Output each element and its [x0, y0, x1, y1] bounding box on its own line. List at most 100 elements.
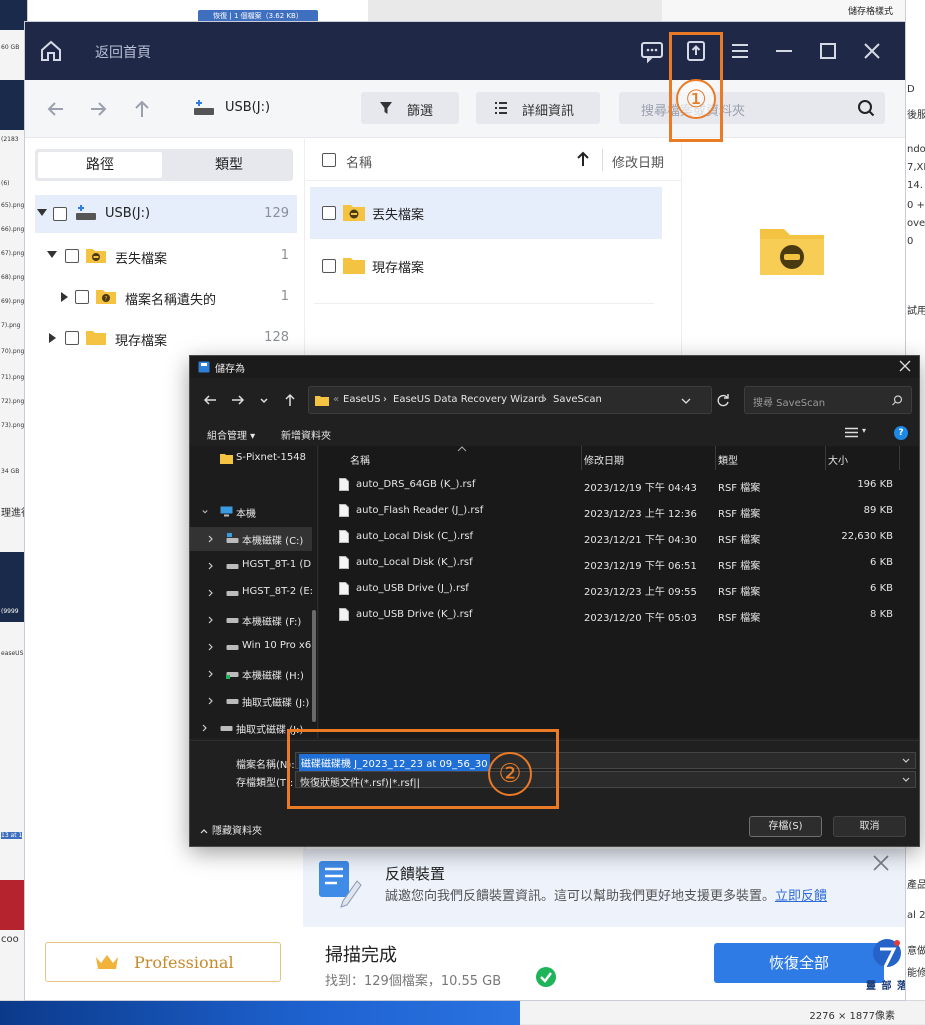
nav-item-drive[interactable]: HGST_8T-2 (E:	[190, 581, 313, 605]
nav-item-drive[interactable]: 本機磁碟 (H:)	[190, 662, 312, 686]
checkbox[interactable]	[65, 249, 79, 263]
checkbox[interactable]	[53, 207, 67, 221]
column-name[interactable]: 名稱	[350, 452, 370, 467]
file-row[interactable]: 現存檔案	[310, 240, 662, 292]
save-button[interactable]: 存檔(S)	[749, 816, 822, 837]
nav-item-removable-drive[interactable]: 抽取式磁碟 (J:)	[190, 689, 312, 713]
up-arrow-icon[interactable]	[131, 98, 153, 120]
forward-arrow-icon[interactable]	[230, 392, 246, 408]
chevron-right-icon[interactable]	[208, 589, 214, 597]
expand-arrow-icon[interactable]	[61, 292, 68, 302]
collapse-arrow-icon[interactable]	[47, 251, 57, 258]
close-icon[interactable]	[899, 360, 911, 372]
cancel-button[interactable]: 取消	[833, 816, 906, 837]
recent-locations-chevron-icon[interactable]	[256, 392, 272, 408]
lost-folder-icon	[86, 249, 106, 263]
home-icon[interactable]	[39, 39, 63, 63]
file-row[interactable]: auto_Flash Reader (J_).rsf 2023/12/23 上午…	[319, 498, 919, 524]
chevron-right-icon[interactable]	[208, 670, 214, 678]
details-button[interactable]: 詳細資訊	[476, 92, 600, 124]
maximize-icon[interactable]	[815, 38, 841, 64]
chevron-right-icon[interactable]	[208, 535, 214, 543]
file-row[interactable]: auto_USB Drive (K_).rsf 2023/12/20 下午 05…	[319, 602, 919, 628]
chevron-right-icon[interactable]	[208, 697, 214, 705]
nav-item-drive[interactable]: Win 10 Pro x6	[190, 635, 312, 659]
professional-button[interactable]: Professional	[45, 942, 281, 982]
refresh-icon[interactable]	[716, 392, 730, 408]
view-options-icon[interactable]	[845, 427, 858, 438]
checkbox[interactable]	[75, 290, 89, 304]
breadcrumb-item[interactable]: SaveScan	[553, 394, 602, 405]
menu-icon[interactable]	[727, 38, 753, 64]
tab-type[interactable]: 類型	[167, 152, 291, 178]
scan-found-summary: 找到：129個檔案，10.55 GB	[325, 974, 502, 989]
up-arrow-icon[interactable]	[282, 392, 298, 408]
sort-ascending-icon[interactable]	[576, 151, 590, 167]
nav-item-drive-c[interactable]: 本機磁碟 (C:)	[190, 527, 312, 551]
tree-item-nameless-files[interactable]: ? 檔案名稱遺失的 1	[35, 278, 297, 316]
back-arrow-icon[interactable]	[202, 392, 218, 408]
chevron-right-icon[interactable]	[208, 562, 214, 570]
file-row[interactable]: auto_Local Disk (C_).rsf 2023/12/21 下午 0…	[319, 524, 919, 550]
tree-item-existing-files[interactable]: 現存檔案 128	[35, 319, 297, 357]
nav-item-drive[interactable]: 本機磁碟 (F:)	[190, 608, 312, 632]
chevron-down-icon[interactable]	[202, 508, 208, 516]
feedback-chat-icon[interactable]	[639, 38, 665, 64]
chevron-right-icon[interactable]	[208, 643, 214, 651]
chevron-right-icon[interactable]	[202, 724, 208, 732]
file-row[interactable]: auto_Local Disk (K_).rsf 2023/12/19 下午 0…	[319, 550, 919, 576]
search-icon[interactable]	[892, 395, 903, 406]
view-dropdown-icon[interactable]: ▾	[862, 426, 866, 435]
checkbox[interactable]	[65, 331, 79, 345]
breadcrumb-item[interactable]: EaseUS	[343, 394, 380, 405]
collapse-arrow-icon[interactable]	[37, 209, 47, 216]
expand-arrow-icon[interactable]	[49, 333, 56, 343]
new-folder-button[interactable]: 新增資料夾	[281, 427, 331, 442]
back-arrow-icon[interactable]	[45, 98, 67, 120]
bg-right-text: 意做	[907, 946, 925, 957]
nav-item-label: 本機磁碟 (C:)	[242, 536, 304, 547]
chevron-down-icon[interactable]	[902, 777, 910, 783]
close-icon[interactable]	[859, 38, 885, 64]
file-row[interactable]: auto_DRS_64GB (K_).rsf 2023/12/19 下午 04:…	[319, 472, 919, 498]
file-row[interactable]: 丟失檔案	[310, 187, 662, 239]
feedback-now-link[interactable]: 立即反饋	[775, 889, 827, 904]
column-type[interactable]: 類型	[718, 452, 738, 467]
select-all-checkbox[interactable]	[322, 153, 336, 167]
forward-arrow-icon[interactable]	[87, 98, 109, 120]
removable-drive-icon	[220, 726, 233, 731]
dialog-search-input[interactable]: 搜尋 SaveScan	[744, 386, 912, 414]
tree-item-lost-files[interactable]: 丟失檔案 1	[35, 237, 297, 275]
tab-path[interactable]: 路徑	[38, 152, 162, 178]
column-name[interactable]: 名稱	[346, 152, 372, 171]
breadcrumb-item[interactable]: EaseUS Data Recovery Wizard	[393, 394, 544, 405]
file-row[interactable]: auto_USB Drive (J_).rsf 2023/12/23 上午 09…	[319, 576, 919, 602]
chevron-down-icon[interactable]	[681, 397, 691, 405]
recover-all-button[interactable]: 恢復全部	[714, 943, 884, 983]
column-date[interactable]: 修改日期	[612, 152, 664, 171]
help-button[interactable]: ?	[894, 426, 908, 440]
minimize-icon[interactable]	[771, 38, 797, 64]
check-circle-icon	[536, 967, 556, 987]
column-date[interactable]: 修改日期	[584, 452, 624, 467]
nav-scrollbar[interactable]	[312, 610, 316, 722]
nav-item-this-pc[interactable]: 本機	[190, 500, 312, 524]
search-icon[interactable]	[857, 99, 875, 117]
nav-item-drive[interactable]: HGST_8T-1 (D	[190, 554, 312, 578]
lost-folder-preview-icon	[760, 229, 824, 275]
address-bar[interactable]: « EaseUS › EaseUS Data Recovery Wizard ›…	[308, 386, 712, 414]
chevron-right-icon[interactable]	[208, 616, 214, 624]
column-size[interactable]: 大小	[828, 452, 848, 467]
hide-folders-toggle[interactable]: 隱藏資料夾	[200, 822, 262, 837]
checkbox[interactable]	[322, 259, 336, 273]
nav-item-folder[interactable]: S-Pixnet-1548	[190, 447, 312, 471]
scan-status-bar: 掃描完成 找到：129個檔案，10.55 GB 恢復全部 靈 部 落	[303, 927, 905, 1000]
chevron-down-icon[interactable]	[902, 758, 910, 764]
organize-button[interactable]: 組合管理 ▾	[207, 427, 255, 442]
filter-button[interactable]: 篩選	[361, 92, 459, 124]
close-banner-icon[interactable]	[871, 853, 891, 873]
back-to-home-label[interactable]: 返回首頁	[95, 42, 151, 62]
tree-item-usb[interactable]: USB(J:) 129	[35, 195, 297, 233]
checkbox[interactable]	[322, 206, 336, 220]
search-input[interactable]: 搜尋檔案或資料夾	[619, 92, 885, 124]
